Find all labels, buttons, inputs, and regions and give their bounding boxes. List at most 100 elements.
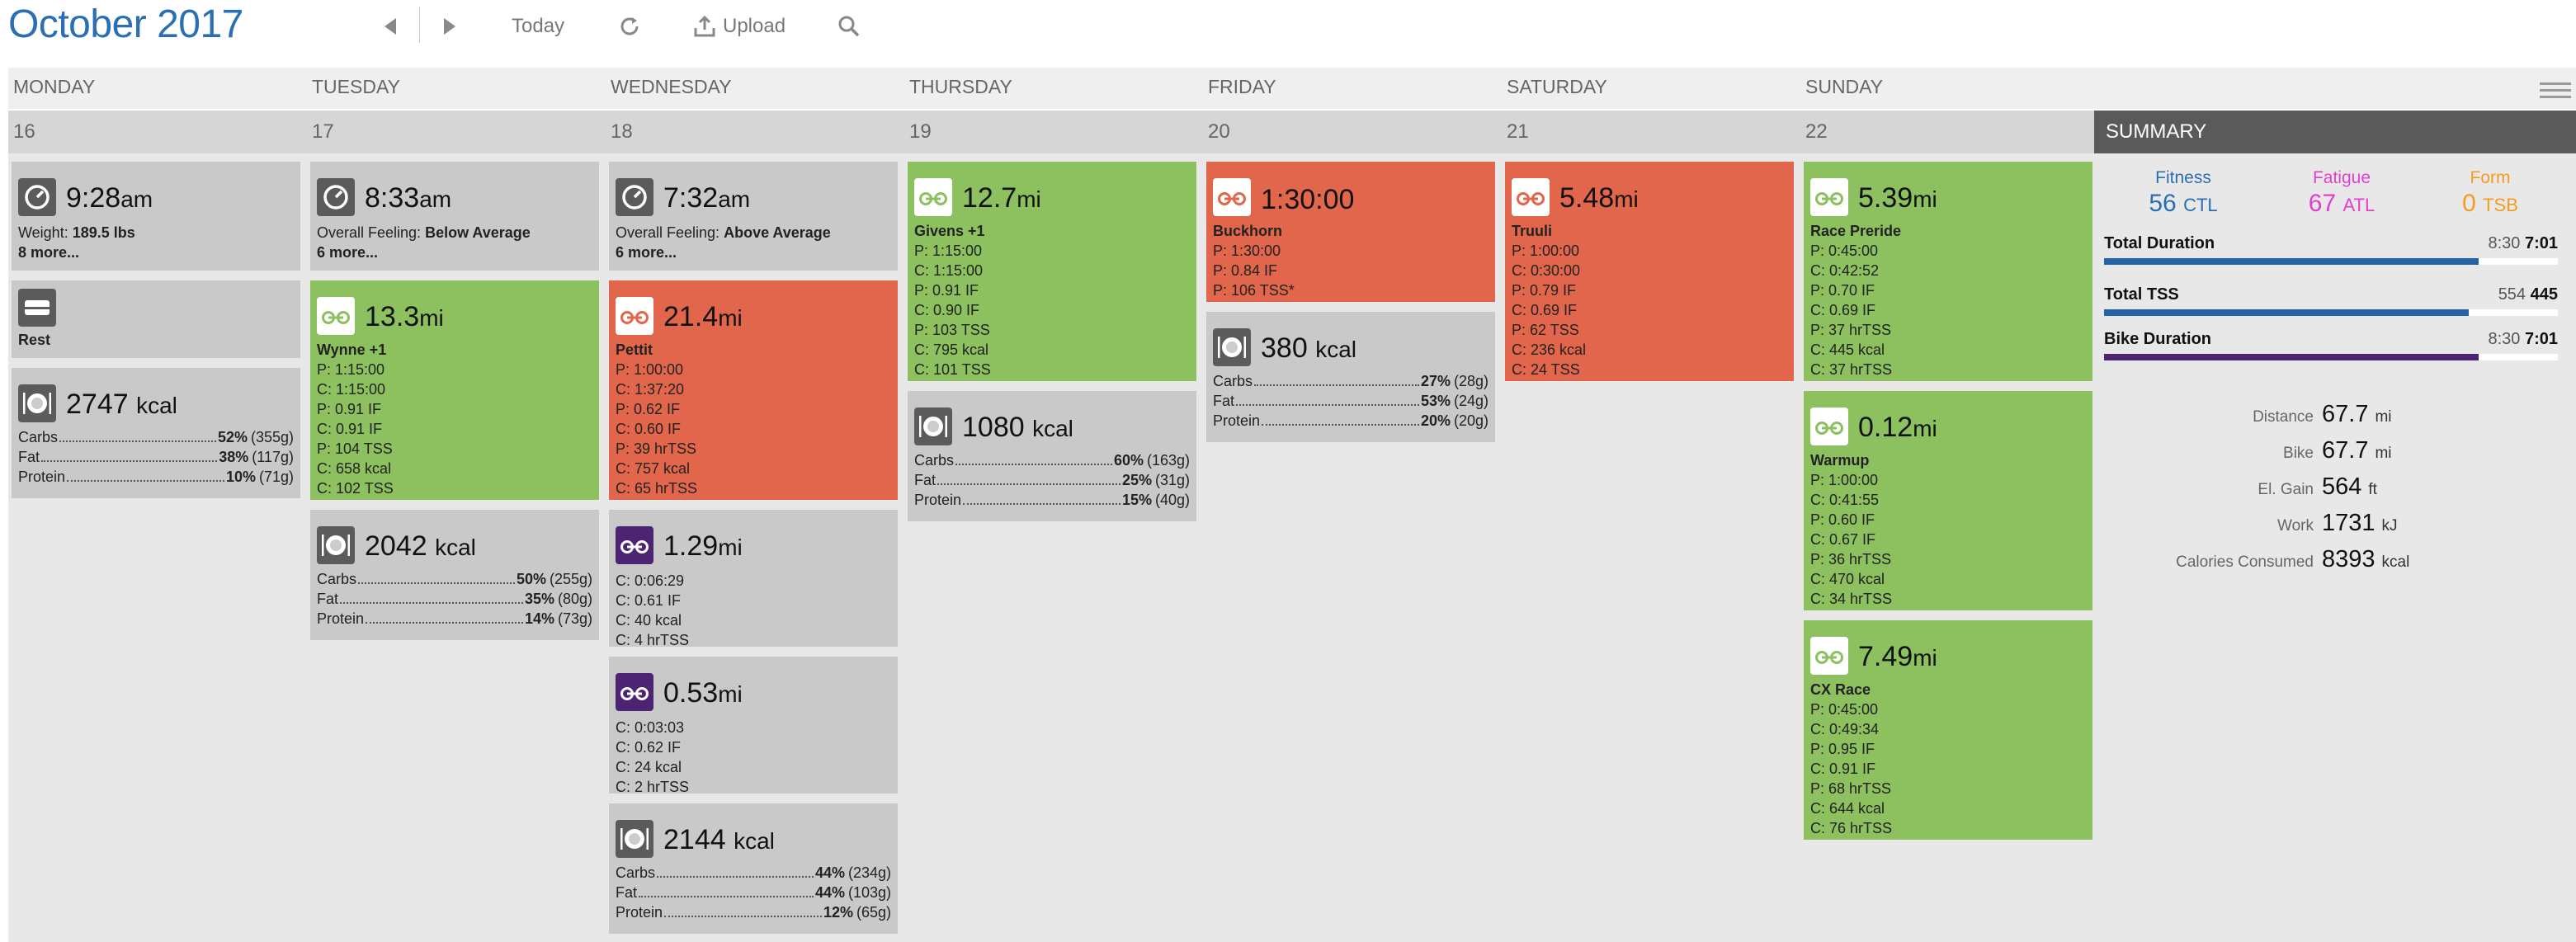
next-arrow-icon — [444, 18, 455, 35]
carbs-row: Carbs 52% (355g) — [18, 429, 294, 445]
year-label: 2017 — [157, 2, 243, 46]
workout-title: CX Race — [1810, 681, 1871, 698]
search-button[interactable] — [835, 10, 863, 43]
fat-row: Fat 44% (103g) — [616, 884, 891, 901]
plate-icon — [1213, 328, 1251, 366]
nutrition-card[interactable]: 1080 kcal Carbs 60% (163g) Fat 25% (31g) Pro… — [908, 391, 1196, 521]
previous-week-button[interactable] — [378, 10, 403, 43]
carbs-row: Carbs 50% (255g) — [317, 571, 592, 587]
workout-distance: 0.53mi — [663, 677, 743, 709]
feeling-value: Below Average — [425, 224, 531, 241]
workout-stat: C: 644 kcal — [1810, 800, 1885, 817]
plate-icon — [18, 384, 56, 422]
workout-card[interactable]: 5.39mi Race Preride P: 0:45:00 C: 0:42:5… — [1804, 162, 2092, 381]
workout-stat: C: 1:15:00 — [317, 381, 386, 398]
date-row: 16 17 18 19 20 21 22 — [8, 111, 2094, 153]
summary-panel: Fitness 56 CTL Fatigue 67 ATL Form 0 TSB… — [2094, 153, 2576, 942]
workout-title: Warmup — [1810, 452, 1870, 469]
workout-stat: C: 37 hrTSS — [1810, 361, 1893, 378]
workout-stat: C: 2 hrTSS — [616, 779, 690, 794]
calendar-toolbar: October 2017 Today Upload — [0, 0, 2576, 58]
more-metrics-link[interactable]: 6 more... — [317, 243, 592, 262]
protein-row: Protein 12% (65g) — [616, 904, 891, 921]
workout-card[interactable]: 0.12mi Warmup P: 1:00:00 C: 0:41:55 P: 0… — [1804, 391, 2092, 610]
workout-card[interactable]: 7.49mi CX Race P: 0:45:00 C: 0:49:34 P: … — [1804, 620, 2092, 840]
workout-stat: P: 0.60 IF — [1810, 511, 1875, 528]
protein-row: Protein 20% (20g) — [1213, 412, 1489, 429]
workout-stat: C: 0.69 IF — [1810, 302, 1876, 318]
fatigue-kpi[interactable]: Fatigue 67 ATL — [2292, 168, 2391, 218]
workout-stat: C: 102 TSS — [317, 480, 394, 497]
workout-stat: C: 34 hrTSS — [1810, 591, 1893, 607]
workout-card[interactable]: 13.3mi Wynne +1 P: 1:15:00 C: 1:15:00 P:… — [310, 280, 599, 500]
day-column-saturday: 5.48mi Truuli P: 1:00:00 C: 0:30:00 P: 0… — [1502, 153, 1800, 942]
workout-stat: C: 0:42:52 — [1810, 262, 1880, 279]
workout-title: Givens +1 — [914, 223, 985, 239]
today-button[interactable]: Today — [512, 10, 564, 43]
day-column-sunday: 5.39mi Race Preride P: 0:45:00 C: 0:42:5… — [1800, 153, 2099, 942]
workout-title: Pettit — [616, 341, 653, 358]
workout-distance: 1.29mi — [663, 530, 743, 562]
workout-stat: P: 1:00:00 — [616, 361, 684, 378]
workout-card[interactable]: 21.4mi Pettit P: 1:00:00 C: 1:37:20 P: 0… — [609, 280, 898, 500]
workout-stat: C: 0:30:00 — [1512, 262, 1581, 279]
workout-stat: C: 470 kcal — [1810, 571, 1885, 587]
protein-row: Protein 15% (40g) — [914, 492, 1190, 508]
metrics-card[interactable]: 8:33am Overall Feeling: Below Average 6 … — [310, 162, 599, 271]
weight-value: 189.5 lbs — [72, 224, 135, 241]
refresh-button[interactable] — [616, 10, 644, 43]
search-icon — [838, 16, 860, 37]
workout-stat: P: 1:00:00 — [1512, 243, 1580, 259]
workout-stat: C: 0.62 IF — [616, 739, 682, 756]
metrics-card[interactable]: 7:32am Overall Feeling: Above Average 6 … — [609, 162, 898, 271]
day-column-tuesday: 8:33am Overall Feeling: Below Average 6 … — [307, 153, 606, 942]
plate-icon — [616, 820, 653, 858]
workout-stat: C: 1:37:20 — [616, 381, 685, 398]
weekday-monday: MONDAY — [13, 76, 96, 97]
workout-card[interactable]: 12.7mi Givens +1 P: 1:15:00 C: 1:15:00 P… — [908, 162, 1196, 381]
upload-icon — [694, 15, 715, 37]
nutrition-card[interactable]: 2747 kcal Carbs 52% (355g) Fat 38% (117g) Pr… — [12, 368, 300, 498]
workout-card[interactable]: 1:30:00 Buckhorn P: 1:30:00 P: 0.84 IF P… — [1206, 162, 1495, 302]
upload-button[interactable]: Upload — [693, 10, 786, 43]
date-22: 22 — [1805, 120, 1828, 143]
bike-icon — [317, 297, 355, 335]
next-week-button[interactable] — [437, 10, 462, 43]
refresh-icon — [620, 17, 639, 35]
gauge-icon — [18, 178, 56, 216]
workout-stat: C: 658 kcal — [317, 460, 392, 477]
workout-card[interactable]: 1.29mi C: 0:06:29 C: 0.61 IF C: 40 kcal … — [609, 510, 898, 647]
workout-title: Wynne +1 — [317, 341, 387, 358]
nutrition-card[interactable]: 2144 kcal Carbs 44% (234g) Fat 44% (103g) Pr… — [609, 803, 898, 934]
stat-work: Work 1731 kJ — [2277, 510, 2398, 536]
workout-card[interactable]: 5.48mi Truuli P: 1:00:00 C: 0:30:00 P: 0… — [1505, 162, 1794, 381]
nutrition-card[interactable]: 2042 kcal Carbs 50% (255g) Fat 35% (80g) Pro… — [310, 510, 599, 640]
fitness-kpi[interactable]: Fitness 56 CTL — [2134, 168, 2233, 218]
workout-title: Race Preride — [1810, 223, 1902, 239]
workout-stat: P: 0.91 IF — [317, 401, 382, 417]
day-column-friday: 1:30:00 Buckhorn P: 1:30:00 P: 0.84 IF P… — [1203, 153, 1502, 942]
weekday-friday: FRIDAY — [1208, 76, 1276, 97]
workout-stat: C: 0:03:03 — [616, 719, 685, 736]
metrics-card[interactable]: 9:28am Weight: 189.5 lbs 8 more... — [12, 162, 300, 271]
date-21: 21 — [1507, 120, 1529, 143]
bike-icon — [1512, 178, 1550, 216]
workout-stat: P: 0:45:00 — [1810, 701, 1879, 718]
workout-card[interactable]: 0.53mi C: 0:03:03 C: 0.62 IF C: 24 kcal … — [609, 657, 898, 794]
workout-stat: C: 24 TSS — [1512, 361, 1580, 378]
stat-elevation-gain: El. Gain 564 ft — [2258, 473, 2377, 500]
workout-stat: C: 40 kcal — [616, 612, 682, 629]
workout-stat: C: 0.60 IF — [616, 421, 682, 437]
nutrition-total: 380 kcal — [1261, 332, 1356, 364]
weight-label: Weight: — [18, 224, 68, 241]
more-metrics-link[interactable]: 6 more... — [616, 243, 891, 262]
metrics-time: 9:28am — [66, 182, 153, 214]
nutrition-card[interactable]: 380 kcal Carbs 27% (28g) Fat 53% (24g) Prote… — [1206, 312, 1495, 442]
menu-icon[interactable] — [2540, 82, 2571, 98]
rest-card[interactable]: Rest — [12, 280, 300, 358]
weekday-saturday: SATURDAY — [1507, 76, 1607, 97]
more-metrics-link[interactable]: 8 more... — [18, 243, 294, 262]
metrics-time: 8:33am — [365, 182, 452, 214]
form-kpi[interactable]: Form 0 TSB — [2441, 168, 2540, 218]
workout-stat: C: 1:15:00 — [914, 262, 984, 279]
